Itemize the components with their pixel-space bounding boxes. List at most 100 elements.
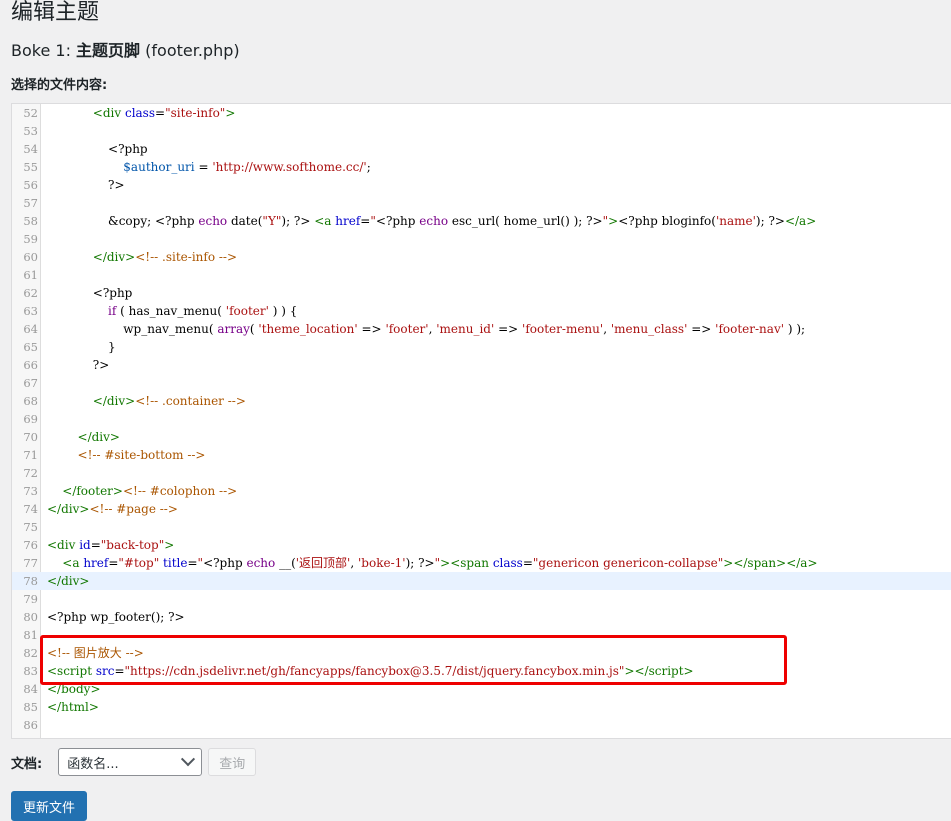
line-number: 65 — [23, 340, 38, 354]
line-code: </div><!-- .container --> — [92, 394, 246, 408]
line-code: </body> — [47, 682, 101, 696]
line-code: } — [47, 340, 116, 354]
code-line[interactable]: 69 — [12, 410, 951, 428]
code-lines[interactable]: 52 <div class="site-info"> 53 54 <?php 55 $… — [12, 104, 951, 734]
code-line[interactable]: 86 — [12, 716, 951, 734]
line-number: 53 — [23, 124, 38, 138]
line-number: 56 — [23, 178, 38, 192]
line-number: 61 — [23, 268, 38, 282]
line-code: <div class="site-info"> — [92, 106, 236, 120]
code-line[interactable]: 73 </footer><!-- #colophon --> — [12, 482, 951, 500]
documentation-label: 文档: — [11, 756, 43, 772]
line-number: 70 — [23, 430, 38, 444]
code-editor[interactable]: 52 <div class="site-info"> 53 54 <?php 55 $… — [11, 103, 951, 739]
code-line[interactable]: 83 <script src="https://cdn.jsdelivr.net/… — [12, 662, 951, 680]
line-code: </footer><!-- #colophon --> — [62, 484, 238, 498]
code-line[interactable]: 82 <!-- 图片放大 --> — [12, 644, 951, 662]
code-line[interactable]: 65 } — [12, 338, 951, 356]
code-line[interactable]: 77 <a href="#top" title="<?php echo __('… — [12, 554, 951, 572]
line-code: <?php — [47, 286, 133, 300]
page-title: 编辑主题 — [11, 0, 100, 25]
code-line[interactable]: 67 — [12, 374, 951, 392]
line-number: 59 — [23, 232, 38, 246]
selected-file-content-label: 选择的文件内容: — [11, 78, 108, 93]
chevron-down-icon — [181, 752, 196, 767]
file-description: 主题页脚 — [76, 41, 141, 60]
line-number: 82 — [23, 646, 38, 660]
code-line[interactable]: 58 &copy; <?php echo date("Y"); ?> <a hr… — [12, 212, 951, 230]
line-number: 52 — [23, 106, 38, 120]
line-code: <script src="https://cdn.jsdelivr.net/gh… — [47, 664, 694, 678]
file-heading: Boke 1: 主题页脚 (footer.php) — [11, 37, 240, 61]
file-name: (footer.php) — [140, 41, 240, 60]
line-code: </html> — [47, 700, 99, 714]
line-number: 64 — [23, 322, 38, 336]
line-number: 58 — [23, 214, 38, 228]
code-line[interactable]: 68 </div><!-- .container --> — [12, 392, 951, 410]
line-code: wp_nav_menu( array( 'theme_location' => … — [47, 322, 806, 336]
line-number: 66 — [23, 358, 38, 372]
line-number: 77 — [23, 556, 38, 570]
line-number: 55 — [23, 160, 38, 174]
code-line[interactable]: 57 — [12, 194, 951, 212]
line-code: </div> — [47, 574, 90, 588]
line-number: 80 — [23, 610, 38, 624]
line-code: <div id="back-top"> — [47, 538, 175, 552]
line-code: ?> — [47, 178, 125, 192]
line-code: <!-- 图片放大 --> — [47, 646, 144, 660]
code-line[interactable]: 59 — [12, 230, 951, 248]
line-code: <?php wp_footer(); ?> — [47, 610, 185, 624]
code-line[interactable]: 70 </div> — [12, 428, 951, 446]
code-line[interactable]: 62 <?php — [12, 284, 951, 302]
code-line[interactable]: 76 <div id="back-top"> — [12, 536, 951, 554]
code-line[interactable]: 81 — [12, 626, 951, 644]
code-line[interactable]: 61 — [12, 266, 951, 284]
documentation-row: 文档: 函数名... 查询 — [11, 748, 257, 776]
line-number: 57 — [23, 196, 38, 210]
code-line[interactable]: 85 </html> — [12, 698, 951, 716]
code-line[interactable]: 66 ?> — [12, 356, 951, 374]
line-number: 81 — [23, 628, 38, 642]
line-number: 86 — [23, 718, 38, 732]
line-number: 79 — [23, 592, 38, 606]
line-number: 72 — [23, 466, 38, 480]
code-line[interactable]: 72 — [12, 464, 951, 482]
line-code: </div><!-- #page --> — [47, 502, 178, 516]
line-number: 63 — [23, 304, 38, 318]
line-code: $author_uri = 'http://www.softhome.cc/'; — [123, 160, 371, 174]
line-number: 73 — [23, 484, 38, 498]
code-line[interactable]: 84 </body> — [12, 680, 951, 698]
line-number: 60 — [23, 250, 38, 264]
lookup-button[interactable]: 查询 — [208, 748, 257, 776]
line-number: 68 — [23, 394, 38, 408]
code-line[interactable]: 52 <div class="site-info"> — [12, 104, 951, 122]
code-line[interactable]: 64 wp_nav_menu( array( 'theme_location' … — [12, 320, 951, 338]
line-code: <?php — [47, 142, 148, 156]
function-name-select[interactable]: 函数名... — [58, 748, 203, 776]
code-line[interactable]: 60 </div><!-- .site-info --> — [12, 248, 951, 266]
line-code: ?> — [47, 358, 110, 372]
code-line[interactable]: 54 <?php — [12, 140, 951, 158]
line-number: 84 — [23, 682, 38, 696]
code-line[interactable]: 53 — [12, 122, 951, 140]
line-code: if ( has_nav_menu( 'footer' ) ) { — [108, 304, 298, 318]
line-number: 67 — [23, 376, 38, 390]
code-line[interactable]: 80 <?php wp_footer(); ?> — [12, 608, 951, 626]
code-line[interactable]: 63 if ( has_nav_menu( 'footer' ) ) { — [12, 302, 951, 320]
line-number: 62 — [23, 286, 38, 300]
code-line[interactable]: 55 $author_uri = 'http://www.softhome.cc… — [12, 158, 951, 176]
theme-name: Boke 1: — [11, 41, 77, 60]
function-name-select-value: 函数名... — [67, 756, 119, 772]
code-line[interactable]: 75 — [12, 518, 951, 536]
line-number: 69 — [23, 412, 38, 426]
code-line[interactable]: 56 ?> — [12, 176, 951, 194]
code-line[interactable]: 79 — [12, 590, 951, 608]
line-number: 75 — [23, 520, 38, 534]
line-number: 83 — [23, 664, 38, 678]
line-code: <!-- #site-bottom --> — [77, 448, 206, 462]
line-number: 71 — [23, 448, 38, 462]
code-line[interactable]: 78 </div> — [12, 572, 951, 590]
code-line[interactable]: 71 <!-- #site-bottom --> — [12, 446, 951, 464]
code-line[interactable]: 74 </div><!-- #page --> — [12, 500, 951, 518]
update-file-button[interactable]: 更新文件 — [11, 791, 88, 821]
